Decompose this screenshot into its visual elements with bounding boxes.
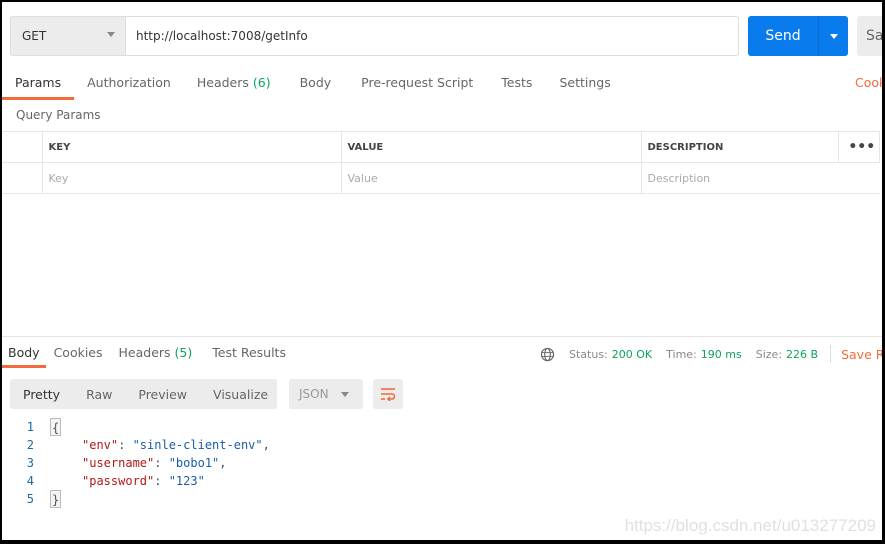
view-preview[interactable]: Preview (125, 387, 200, 402)
chevron-down-icon (341, 392, 349, 397)
description-input[interactable]: Description (640, 162, 880, 194)
format-select[interactable]: JSON (289, 379, 363, 409)
method-select[interactable]: GET (10, 16, 126, 56)
view-pretty[interactable]: Pretty (10, 387, 73, 402)
tab-authorization[interactable]: Authorization (74, 72, 184, 100)
save-button[interactable]: Save (857, 16, 882, 56)
time-label: Time: (666, 347, 697, 361)
json-key: "username" (82, 456, 155, 470)
tab-label: Headers (196, 75, 249, 90)
line-number: 4 (26, 474, 34, 488)
response-meta: Status: 200 OK Time: 190 ms Size: 226 B Sav… (540, 345, 882, 363)
params-table: KEY VALUE DESCRIPTION ••• Key Value Descripti… (2, 131, 880, 194)
size-label: Size: (755, 347, 783, 361)
col-description: DESCRIPTION (640, 131, 839, 163)
request-tabs: Params Authorization Headers (6) Body Pr… (2, 72, 624, 100)
tab-headers[interactable]: Headers (6) (184, 72, 284, 100)
json-key: "env" (82, 438, 119, 452)
pane-divider[interactable] (2, 336, 882, 337)
send-label: Send (765, 28, 801, 44)
json-key: "password" (82, 474, 155, 488)
tab-body[interactable]: Body (284, 72, 348, 100)
format-value: JSON (299, 387, 329, 401)
time-value: 190 ms (700, 347, 742, 361)
col-key: KEY (41, 131, 342, 163)
line-number: 2 (26, 438, 34, 452)
view-visualize[interactable]: Visualize (200, 387, 281, 402)
json-value: "bobo1" (168, 456, 220, 470)
col-value: VALUE (340, 131, 642, 163)
value-input[interactable]: Value (340, 162, 642, 194)
tab-pre-request-script[interactable]: Pre-request Script (347, 72, 487, 100)
brace: { (50, 418, 62, 436)
line-number: 3 (26, 456, 34, 470)
globe-icon[interactable] (540, 347, 555, 362)
brace: } (50, 490, 62, 508)
view-raw[interactable]: Raw (73, 387, 125, 402)
response-tab-body[interactable]: Body (2, 342, 46, 368)
method-value: GET (22, 29, 47, 43)
more-options-icon[interactable]: ••• (837, 131, 880, 163)
json-value: "sinle-client-env" (132, 438, 263, 452)
headers-count: (6) (252, 75, 271, 90)
wrap-lines-button[interactable] (373, 379, 403, 409)
save-response-button[interactable]: Save Response (841, 347, 882, 362)
cookies-link[interactable]: Cookies (855, 75, 882, 90)
status-label: Status: (569, 347, 608, 361)
status-value: 200 OK (611, 347, 653, 361)
response-tabs: Body Cookies Headers (5) Test Results (2, 342, 298, 368)
response-tab-headers[interactable]: Headers (5) (111, 342, 201, 364)
chevron-down-icon (829, 33, 838, 39)
tab-tests[interactable]: Tests (487, 72, 546, 100)
headers-count: (5) (174, 345, 193, 360)
url-input[interactable]: http://localhost:7008/getInfo (125, 16, 739, 56)
view-mode-selector: Pretty Raw Preview Visualize (10, 379, 277, 409)
send-button[interactable]: Send (748, 16, 848, 56)
response-body[interactable]: 1{ 2 "env": "sinle-client-env", 3 "usernam… (2, 418, 270, 508)
postman-window: GET http://localhost:7008/getInfo Send S… (2, 2, 882, 540)
watermark: https://blog.csdn.net/u013277209 (624, 516, 876, 535)
json-value: "123" (168, 474, 205, 488)
response-tab-cookies[interactable]: Cookies (46, 342, 111, 364)
send-options-button[interactable] (819, 33, 848, 39)
line-number: 5 (26, 492, 34, 506)
query-params-title: Query Params (16, 108, 101, 122)
key-input[interactable]: Key (41, 162, 342, 194)
chevron-down-icon (107, 32, 115, 37)
size-value: 226 B (786, 347, 819, 361)
tab-settings[interactable]: Settings (546, 72, 623, 100)
tab-params[interactable]: Params (2, 72, 75, 100)
tab-label: Headers (118, 345, 171, 360)
response-tab-test-results[interactable]: Test Results (200, 342, 298, 364)
wrap-icon (381, 388, 396, 401)
line-number: 1 (26, 420, 34, 434)
